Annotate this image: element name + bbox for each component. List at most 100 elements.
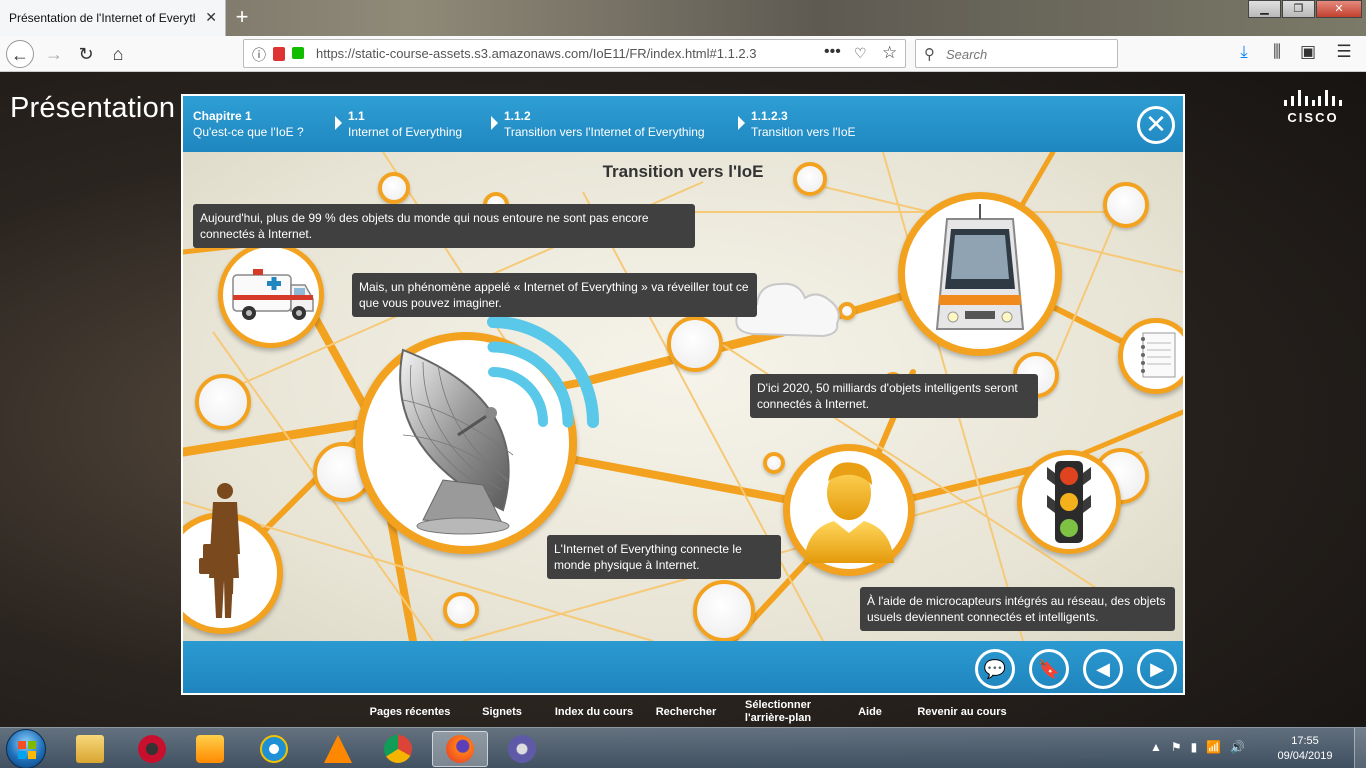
network-node bbox=[667, 316, 723, 372]
taskbar-internet-explorer[interactable] bbox=[246, 731, 302, 767]
bookmark-button[interactable]: 🔖 bbox=[1029, 649, 1069, 689]
maximize-button[interactable]: ❐ bbox=[1282, 0, 1315, 18]
network-node bbox=[693, 580, 755, 641]
pocket-icon[interactable]: ♡ bbox=[854, 45, 867, 62]
breadcrumb-arrow-icon bbox=[738, 116, 745, 130]
network-icon[interactable]: 📶 bbox=[1206, 740, 1221, 754]
search-bar[interactable]: ⚲ bbox=[915, 39, 1118, 68]
torrent-icon bbox=[508, 735, 536, 763]
person-node bbox=[783, 444, 915, 576]
permissions-icon[interactable] bbox=[273, 47, 285, 61]
system-tray: ▲ ⚑ ▮ 📶 🔊 bbox=[1150, 740, 1245, 754]
library-icon[interactable]: ⫼ bbox=[1265, 42, 1289, 62]
taskbar-app-purple[interactable] bbox=[494, 731, 550, 767]
taskbar-app-red[interactable] bbox=[124, 731, 180, 767]
document-node bbox=[1118, 318, 1183, 394]
callout-today: Aujourd'hui, plus de 99 % des objets du … bbox=[193, 204, 695, 248]
sidebar-icon[interactable]: ▣ bbox=[1296, 42, 1320, 62]
menu-bookmarks[interactable]: Signets bbox=[456, 697, 548, 727]
window-close-button[interactable]: ✕ bbox=[1316, 0, 1362, 18]
previous-button[interactable]: ◀ bbox=[1083, 649, 1123, 689]
slide-canvas: Transition vers l'IoE Aujourd'hui, plus … bbox=[183, 152, 1183, 641]
traffic-light-icon bbox=[1047, 461, 1091, 543]
show-desktop-button[interactable] bbox=[1354, 728, 1366, 768]
download-icon[interactable]: ⤓ bbox=[1232, 42, 1256, 62]
clock-date: 09/04/2019 bbox=[1277, 750, 1333, 762]
callout-physical-world: L'Internet of Everything connecte le mon… bbox=[547, 535, 781, 579]
breadcrumb-chapter[interactable]: Chapitre 1 Qu'est-ce que l'IoE ? bbox=[193, 108, 304, 140]
chrome-icon bbox=[384, 735, 412, 763]
page-actions-icon[interactable]: ••• bbox=[824, 43, 841, 61]
user-avatar-icon bbox=[804, 462, 894, 563]
browser-tab[interactable]: Présentation de l'Internet of Everything… bbox=[0, 0, 226, 36]
course-header: Chapitre 1 Qu'est-ce que l'IoE ? 1.1 Int… bbox=[183, 96, 1183, 152]
hamburger-menu-icon[interactable]: ☰ bbox=[1332, 42, 1356, 62]
course-footer: 💬 🔖 ◀ ▶ bbox=[183, 641, 1183, 693]
taskbar-firefox[interactable] bbox=[432, 731, 488, 767]
tram-icon bbox=[935, 204, 1025, 330]
url-bar[interactable]: ⓘ https://static-course-assets.s3.amazon… bbox=[243, 39, 906, 68]
menu-course-index[interactable]: Index du cours bbox=[548, 697, 640, 727]
power-icon[interactable]: ▮ bbox=[1191, 740, 1198, 754]
site-info-icon[interactable]: ⓘ bbox=[252, 45, 266, 65]
clock-time: 17:55 bbox=[1291, 735, 1319, 747]
callout-2020: D'ici 2020, 50 milliards d'objets intell… bbox=[750, 374, 1038, 418]
network-node bbox=[195, 374, 251, 430]
businessman-figure-icon bbox=[203, 483, 240, 594]
breadcrumb-section[interactable]: 1.1 Internet of Everything bbox=[348, 108, 462, 140]
menu-search[interactable]: Rechercher bbox=[640, 697, 732, 727]
wireless-signal-icon bbox=[487, 316, 599, 428]
media-player-icon bbox=[196, 735, 224, 763]
taskbar-chrome[interactable] bbox=[370, 731, 426, 767]
browser-tab-bar: Présentation de l'Internet of Everything… bbox=[0, 0, 1366, 36]
ambulance-node bbox=[218, 242, 324, 348]
url-text[interactable]: https://static-course-assets.s3.amazonaw… bbox=[316, 46, 757, 61]
tray-expand-icon[interactable]: ▲ bbox=[1150, 740, 1162, 754]
volume-icon[interactable]: 🔊 bbox=[1230, 740, 1245, 754]
folder-icon bbox=[76, 735, 104, 763]
course-close-button[interactable]: ✕ bbox=[1137, 106, 1175, 144]
callout-ioe-awaken: Mais, un phénomène appelé « Internet of … bbox=[352, 273, 757, 317]
forward-button[interactable]: → bbox=[40, 40, 68, 68]
menu-select-background[interactable]: Sélectionner l'arrière-plan bbox=[732, 697, 824, 727]
bookmark-star-icon[interactable]: ☆ bbox=[882, 43, 897, 63]
cisco-logo-text: CISCO bbox=[1287, 110, 1339, 125]
taskbar-clock[interactable]: 17:55 09/04/2019 bbox=[1275, 734, 1335, 764]
new-tab-icon[interactable]: + bbox=[230, 4, 254, 30]
menu-return-to-course[interactable]: Revenir au cours bbox=[916, 697, 1008, 727]
page-heading: Présentation bbox=[10, 92, 176, 124]
slide-title: Transition vers l'IoE bbox=[602, 162, 764, 181]
start-button[interactable] bbox=[6, 729, 46, 768]
breadcrumb-page: 1.1.2.3 Transition vers l'IoE bbox=[751, 109, 856, 139]
next-button[interactable]: ▶ bbox=[1137, 649, 1177, 689]
action-center-icon[interactable]: ⚑ bbox=[1171, 740, 1182, 754]
menu-recent-pages[interactable]: Pages récentes bbox=[364, 697, 456, 727]
vlc-icon bbox=[324, 735, 352, 763]
course-window: Chapitre 1 Qu'est-ce que l'IoE ? 1.1 Int… bbox=[181, 94, 1185, 695]
reload-button[interactable]: ↻ bbox=[72, 40, 100, 68]
comment-button[interactable]: 💬 bbox=[975, 649, 1015, 689]
windows-taskbar: ▲ ⚑ ▮ 📶 🔊 17:55 09/04/2019 bbox=[0, 727, 1366, 768]
windows-logo-icon bbox=[18, 741, 36, 759]
tab-title: Présentation de l'Internet of Everything bbox=[9, 11, 195, 25]
network-node bbox=[1103, 182, 1149, 228]
home-button[interactable]: ⌂ bbox=[104, 40, 132, 68]
taskbar-media-player[interactable] bbox=[182, 731, 238, 767]
ambulance-icon bbox=[232, 269, 314, 320]
taskbar-explorer[interactable] bbox=[62, 731, 118, 767]
minimize-button[interactable]: ▁ bbox=[1248, 0, 1281, 18]
back-button[interactable]: ← bbox=[6, 40, 34, 68]
window-controls: ▁ ❐ ✕ bbox=[1247, 0, 1362, 18]
search-input[interactable] bbox=[946, 45, 1111, 63]
menu-help[interactable]: Aide bbox=[824, 697, 916, 727]
tab-close-icon[interactable]: ✕ bbox=[205, 9, 217, 26]
internet-explorer-icon bbox=[260, 735, 288, 763]
cisco-logo: CISCO bbox=[1282, 90, 1344, 130]
lock-icon bbox=[292, 47, 304, 59]
course-menu: Pages récentes Signets Index du cours Re… bbox=[364, 697, 1008, 727]
tram-node bbox=[898, 192, 1062, 356]
browser-nav-bar: ← → ↻ ⌂ ⓘ https://static-course-assets.s… bbox=[0, 36, 1366, 72]
taskbar-vlc[interactable] bbox=[310, 731, 366, 767]
breadcrumb-subsection[interactable]: 1.1.2 Transition vers l'Internet of Ever… bbox=[504, 108, 705, 140]
search-icon: ⚲ bbox=[924, 46, 935, 63]
